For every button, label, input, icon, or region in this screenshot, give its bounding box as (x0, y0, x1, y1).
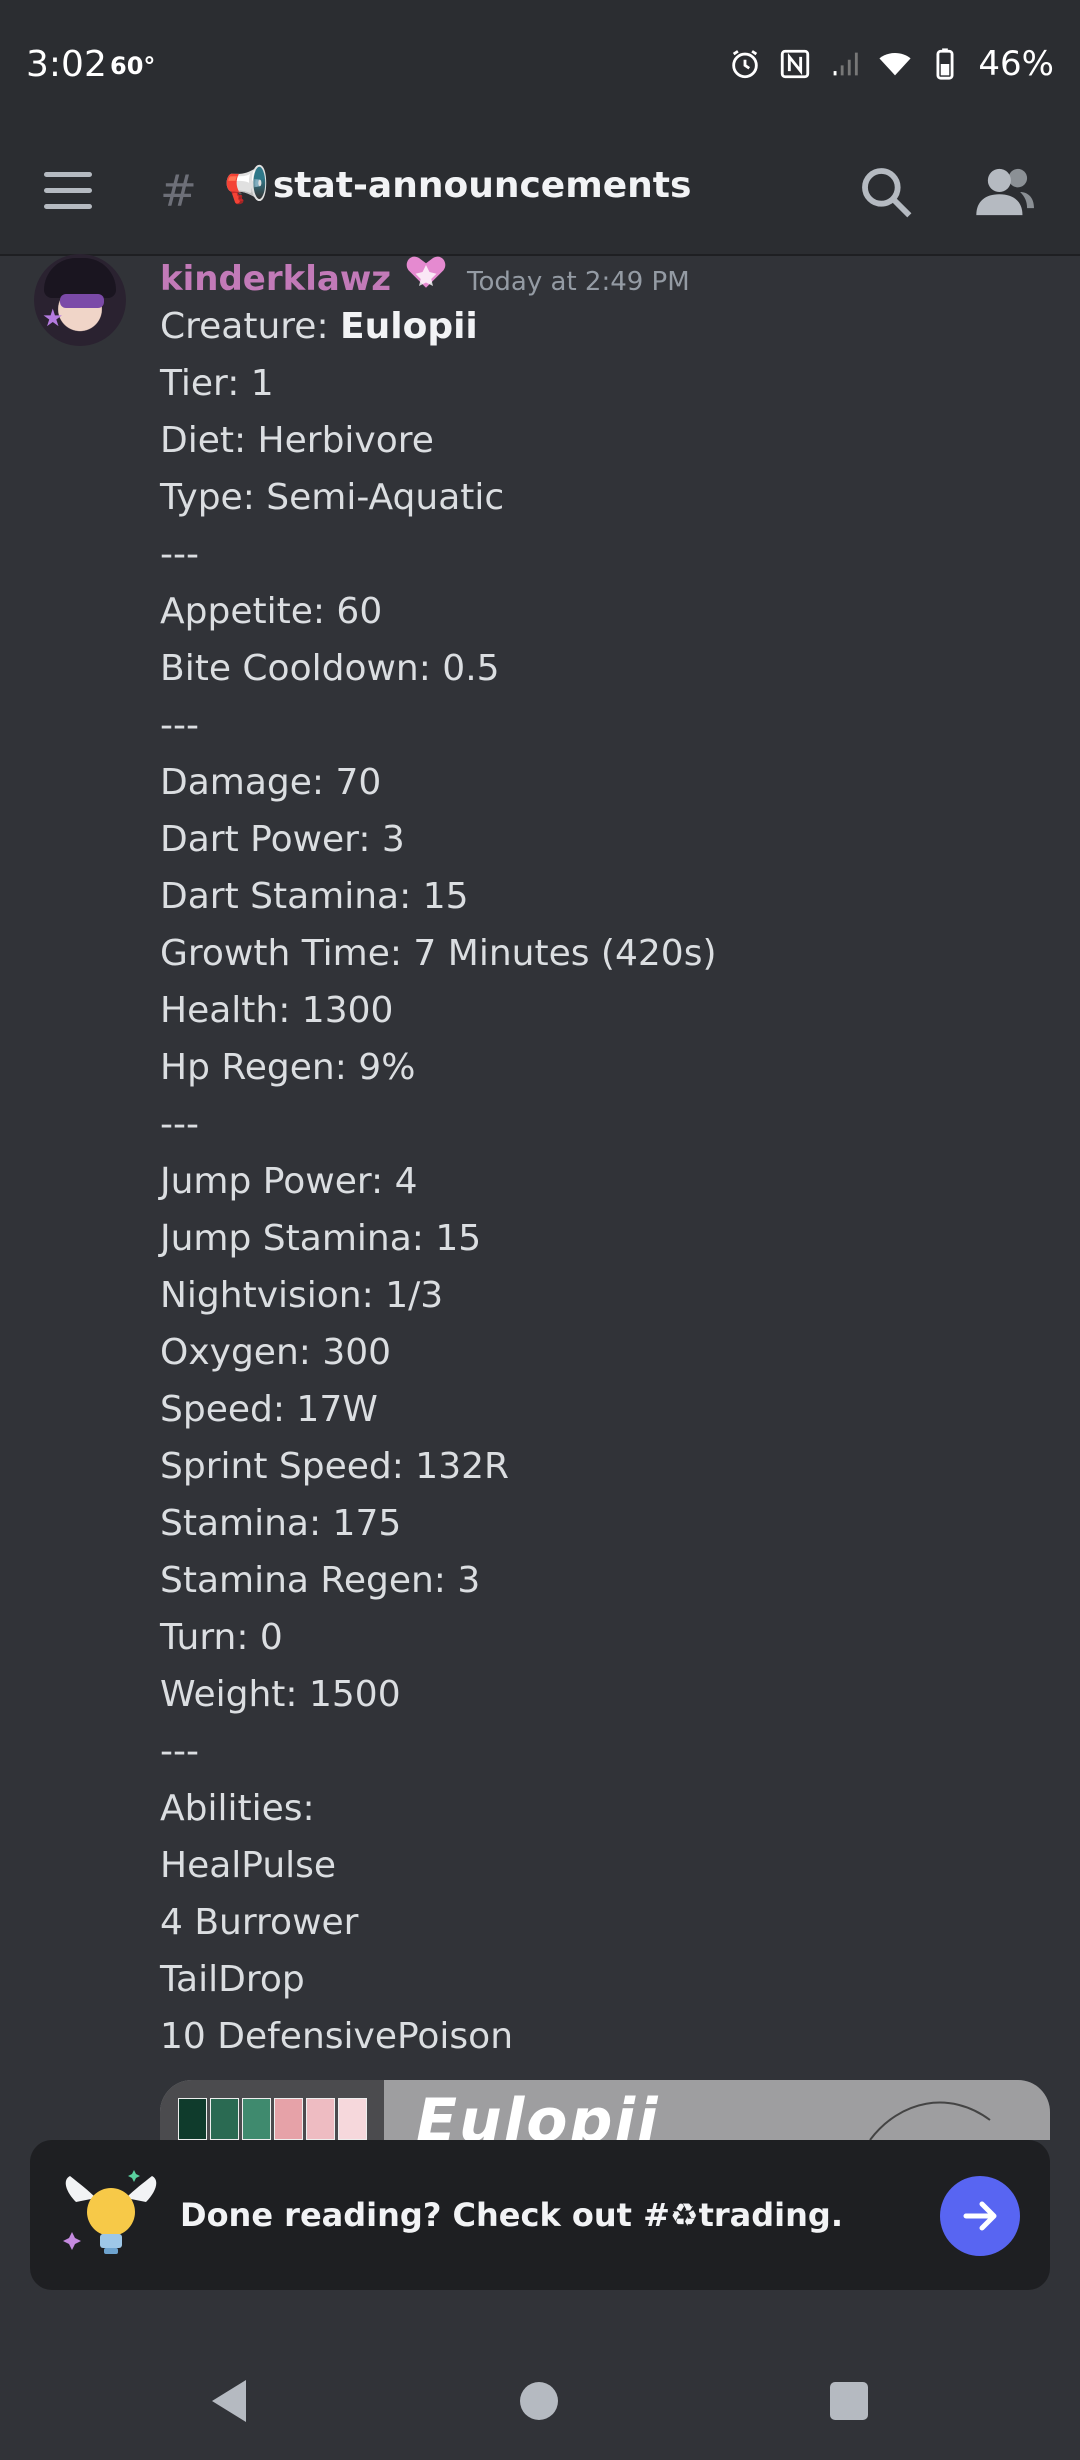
nfc-icon (781, 49, 810, 79)
color-swatch (242, 2098, 271, 2140)
color-swatch (274, 2098, 303, 2140)
search-icon[interactable] (858, 164, 914, 220)
stat-lines: Tier: 1 Diet: Herbivore Type: Semi-Aquatic… (160, 355, 1040, 2065)
color-swatch (178, 2098, 207, 2140)
status-bar: 3:02 60° 46% (0, 0, 1080, 132)
stat-line: Health: 1300 (160, 990, 394, 1031)
color-swatch (306, 2098, 335, 2140)
stat-line: Stamina Regen: 3 (160, 1560, 481, 1601)
status-time: 3:02 (26, 44, 107, 85)
stat-line: --- (160, 705, 199, 746)
channel-header: # 📢 stat-announcements (0, 132, 1080, 256)
stat-line: Turn: 0 (160, 1617, 283, 1658)
stat-line: Weight: 1500 (160, 1674, 401, 1715)
read-nudge-card[interactable]: Done reading? Check out #♻trading. (30, 2140, 1050, 2290)
message-header: kinderklawz Today at 2:49 PM (160, 254, 690, 300)
embed-image-preview[interactable]: Eulopii (160, 2080, 1050, 2140)
message-timestamp: Today at 2:49 PM (467, 267, 690, 297)
stat-line: Stamina: 175 (160, 1503, 402, 1544)
stat-line: Sprint Speed: 132R (160, 1446, 510, 1487)
stat-line: Growth Time: 7 Minutes (420s) (160, 933, 717, 974)
battery-icon (936, 48, 954, 80)
stat-line: Nightvision: 1/3 (160, 1275, 444, 1316)
megaphone-icon: 📢 (224, 165, 269, 206)
nudge-arrow-button[interactable] (940, 2176, 1020, 2256)
username[interactable]: kinderklawz (160, 259, 391, 299)
stat-line: --- (160, 1104, 199, 1145)
stat-line: TailDrop (160, 1959, 305, 2000)
system-nav-bar (0, 2290, 1080, 2460)
stat-line: 4 Burrower (160, 1902, 359, 1943)
hamburger-icon[interactable] (44, 172, 92, 212)
stat-line: --- (160, 534, 199, 575)
signal-icon (834, 52, 859, 76)
wifi-icon (879, 53, 912, 76)
members-icon[interactable] (974, 164, 1034, 220)
heart-badge-icon (406, 256, 446, 288)
thread-icon: # (160, 166, 197, 217)
message-body: Creature: Eulopii Tier: 1 Diet: Herbivore… (160, 298, 1040, 2065)
creature-name: Eulopii (340, 306, 478, 347)
channel-title[interactable]: 📢 stat-announcements (224, 164, 691, 206)
battery-percent: 46% (978, 44, 1054, 84)
stat-line: Tier: 1 (160, 363, 274, 404)
stat-line: Dart Stamina: 15 (160, 876, 469, 917)
stat-line: Damage: 70 (160, 762, 382, 803)
stat-line: Diet: Herbivore (160, 420, 434, 461)
avatar[interactable]: ★ (34, 254, 126, 346)
stat-line: Abilities: (160, 1788, 315, 1829)
stat-line: Dart Power: 3 (160, 819, 405, 860)
status-icons: 46% (728, 44, 1054, 84)
alarm-icon (732, 50, 759, 79)
stat-line: Speed: 17W (160, 1389, 378, 1430)
lightbulb-icon (63, 2170, 157, 2254)
creature-line: Creature: Eulopii (160, 306, 478, 347)
stat-line: HealPulse (160, 1845, 337, 1886)
creature-sketch-icon (869, 2101, 991, 2140)
stat-line: --- (160, 1731, 199, 1772)
nudge-text: Done reading? Check out #♻trading. (180, 2196, 843, 2234)
stat-line: 10 DefensivePoison (160, 2016, 514, 2057)
stat-line: Jump Power: 4 (160, 1161, 418, 1202)
stat-line: Bite Cooldown: 0.5 (160, 648, 500, 689)
arrow-right-icon (963, 2201, 997, 2231)
color-swatches (178, 2098, 367, 2140)
color-swatch (338, 2098, 367, 2140)
stat-line: Jump Stamina: 15 (160, 1218, 482, 1259)
home-icon[interactable] (520, 2382, 558, 2420)
recents-icon[interactable] (830, 2382, 868, 2420)
message-list: ★ kinderklawz Today at 2:49 PM Creature:… (0, 254, 1080, 2140)
channel-name: stat-announcements (272, 165, 692, 206)
stat-line: Type: Semi-Aquatic (160, 477, 505, 518)
back-icon[interactable] (208, 2378, 252, 2424)
status-temperature: 60° (110, 52, 156, 80)
stat-line: Oxygen: 300 (160, 1332, 392, 1373)
stat-line: Appetite: 60 (160, 591, 383, 632)
stat-line: Hp Regen: 9% (160, 1047, 416, 1088)
color-swatch (210, 2098, 239, 2140)
embed-title: Eulopii (416, 2086, 660, 2140)
